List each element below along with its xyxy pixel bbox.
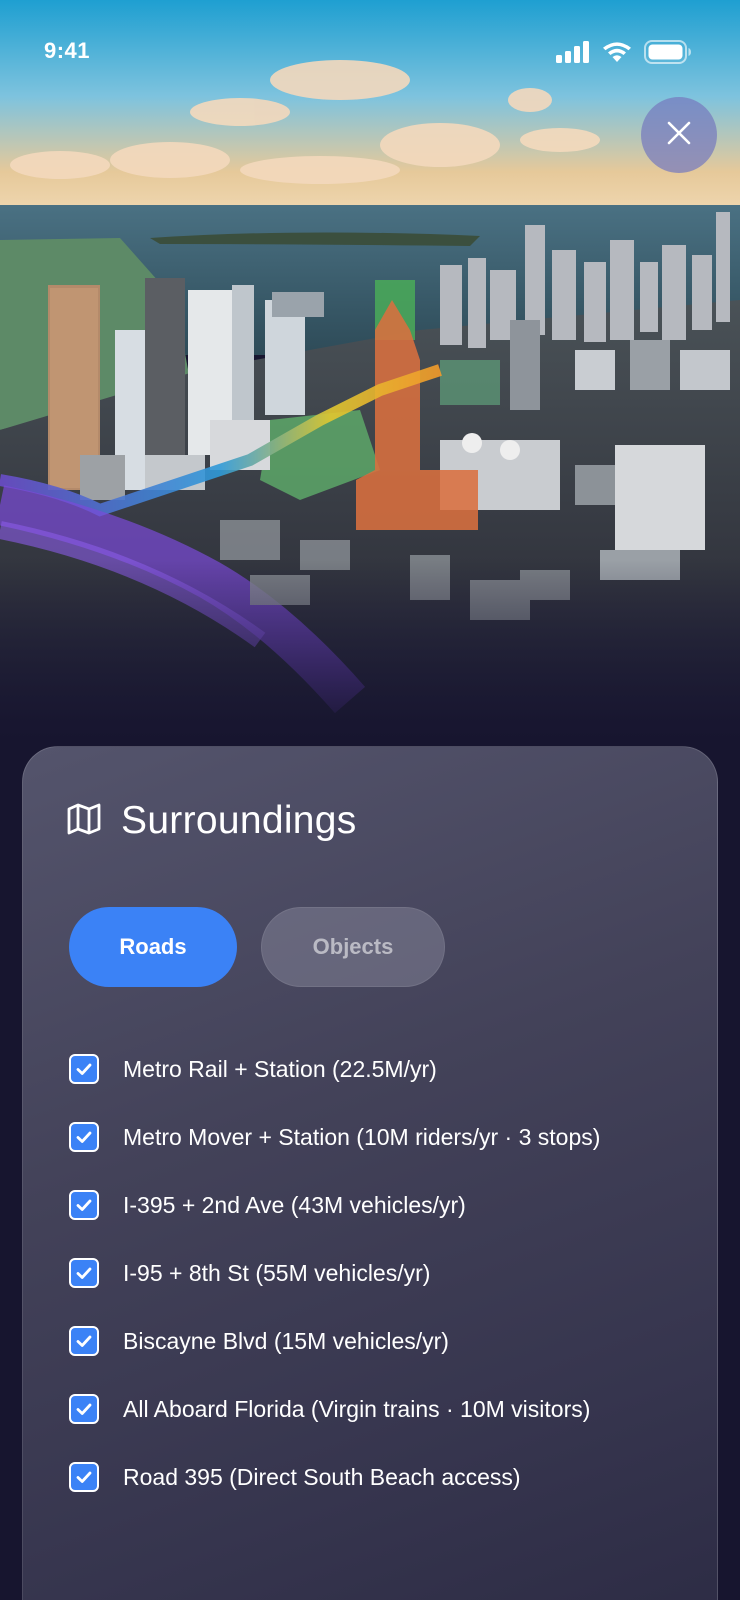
checkbox-checked[interactable] xyxy=(69,1326,99,1356)
status-icons xyxy=(556,40,692,69)
close-button[interactable] xyxy=(641,97,717,173)
battery-icon xyxy=(644,40,692,69)
check-icon xyxy=(76,1267,92,1279)
list-item[interactable]: I-395 + 2nd Ave (43M vehicles/yr) xyxy=(69,1171,709,1239)
list-item[interactable]: Metro Rail + Station (22.5M/yr) xyxy=(69,1035,709,1103)
tab-objects[interactable]: Objects xyxy=(261,907,445,987)
checkbox-checked[interactable] xyxy=(69,1054,99,1084)
close-icon xyxy=(666,120,692,151)
checkbox-checked[interactable] xyxy=(69,1122,99,1152)
list-item[interactable]: Metro Mover + Station (10M riders/yr · 3… xyxy=(69,1103,709,1171)
list-item-label: Road 395 (Direct South Beach access) xyxy=(123,1463,521,1490)
cellular-signal-icon xyxy=(556,41,590,68)
checkbox-checked[interactable] xyxy=(69,1394,99,1424)
road-list: Metro Rail + Station (22.5M/yr) Metro Mo… xyxy=(69,1035,709,1511)
check-icon xyxy=(76,1063,92,1075)
list-item[interactable]: Road 395 (Direct South Beach access) xyxy=(69,1443,709,1511)
status-bar: 9:41 xyxy=(0,0,740,108)
panel-title: Surroundings xyxy=(121,799,357,842)
check-icon xyxy=(76,1471,92,1483)
check-icon xyxy=(76,1335,92,1347)
list-item-label: I-95 + 8th St (55M vehicles/yr) xyxy=(123,1259,431,1286)
map-icon xyxy=(67,803,101,840)
list-item[interactable]: Biscayne Blvd (15M vehicles/yr) xyxy=(69,1307,709,1375)
list-item[interactable]: I-95 + 8th St (55M vehicles/yr) xyxy=(69,1239,709,1307)
check-icon xyxy=(76,1199,92,1211)
check-icon xyxy=(76,1403,92,1415)
list-item-label: All Aboard Florida (Virgin trains · 10M … xyxy=(123,1395,591,1422)
tab-roads[interactable]: Roads xyxy=(69,907,237,987)
check-icon xyxy=(76,1131,92,1143)
checkbox-checked[interactable] xyxy=(69,1190,99,1220)
list-item-label: Metro Mover + Station (10M riders/yr · 3… xyxy=(123,1123,601,1150)
list-item-label: I-395 + 2nd Ave (43M vehicles/yr) xyxy=(123,1191,466,1218)
list-item[interactable]: All Aboard Florida (Virgin trains · 10M … xyxy=(69,1375,709,1443)
tab-bar: Roads Objects xyxy=(69,907,445,987)
checkbox-checked[interactable] xyxy=(69,1258,99,1288)
checkbox-checked[interactable] xyxy=(69,1462,99,1492)
wifi-icon xyxy=(602,41,632,68)
panel-header: Surroundings xyxy=(67,799,357,843)
aerial-city-image xyxy=(0,0,740,740)
list-item-label: Metro Rail + Station (22.5M/yr) xyxy=(123,1055,437,1082)
list-item-label: Biscayne Blvd (15M vehicles/yr) xyxy=(123,1327,449,1354)
status-time: 9:41 xyxy=(44,38,91,63)
surroundings-panel: Surroundings Roads Objects Metro Rail + … xyxy=(22,746,718,1600)
